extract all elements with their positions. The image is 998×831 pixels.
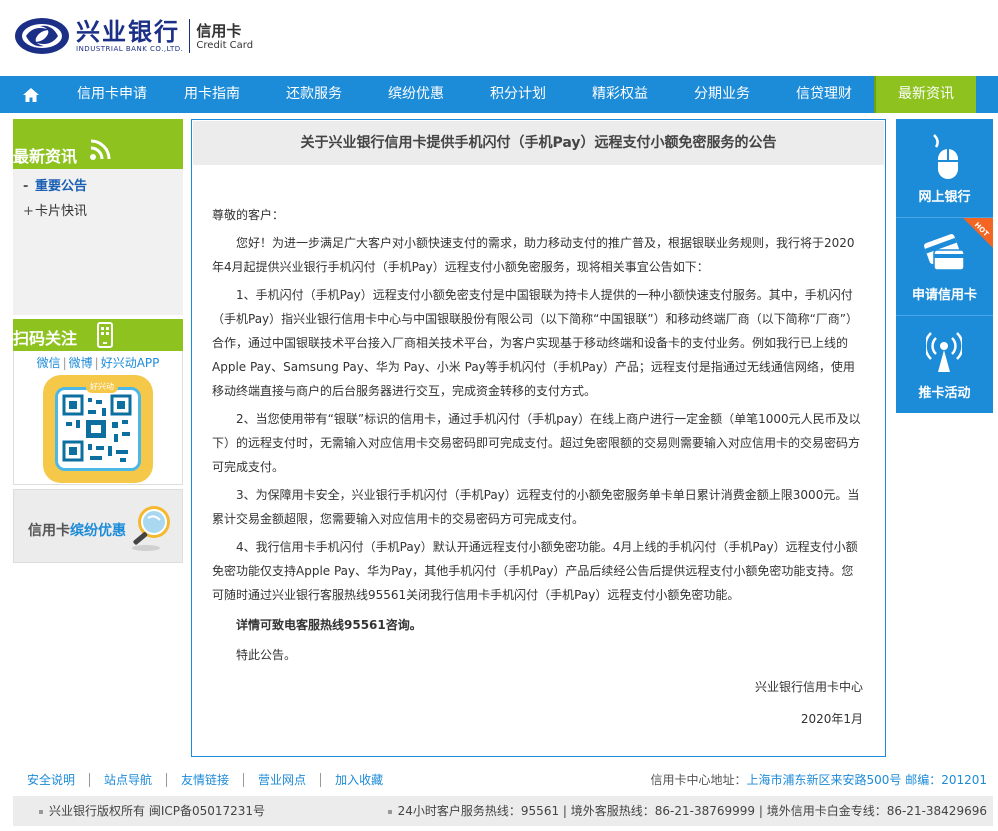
credit-card-label: 信用卡 [196, 21, 242, 40]
bank-name-en: INDUSTRIAL BANK CO.,LTD. [76, 45, 184, 53]
sidebar-scan-follow: 扫码关注 微信 | 微博 | 好兴动APP 好兴动 [13, 319, 183, 485]
nav-item-repayment[interactable]: 还款服务 [262, 76, 366, 113]
nav-item-points[interactable]: 积分计划 [466, 76, 570, 113]
collapse-marker: - [23, 179, 29, 194]
credit-card-label-en: Credit Card [196, 39, 254, 51]
article-body: 尊敬的客户： 您好！为进一步满足广大客户对小额快速支付的需求，助力移动支付的推广… [192, 203, 885, 731]
mouse-icon [933, 134, 958, 179]
sidebar-news-header: 最新资讯 [13, 119, 183, 169]
footer-link-security[interactable]: 安全说明 [13, 773, 91, 787]
quick-link-apply-card[interactable]: HOT 申请信用卡 [896, 217, 993, 315]
article-panel: 关于兴业银行信用卡提供手机闪付（手机Pay）远程支付小额免密服务的公告 尊敬的客… [191, 119, 886, 757]
footer-copyright: 兴业银行版权所有 闽ICP备05017231号 [39, 796, 265, 826]
bank-name: 兴业银行 [76, 18, 180, 46]
article-paragraph: 您好！为进一步满足广大客户对小额快速支付的需求，助力移动支付的推广普及，根据银联… [212, 236, 855, 274]
home-icon [23, 87, 39, 102]
promo-banner-offers[interactable]: 信用卡缤纷优惠 [13, 489, 183, 563]
sidebar-item-label: 卡片快讯 [35, 204, 88, 219]
article-paragraph: 2、当您使用带有“银联”标识的信用卡，通过手机闪付（手机pay）在线上商户进行一… [212, 412, 861, 474]
quick-link-online-banking[interactable]: 网上银行 [896, 119, 993, 217]
footer-link-friends[interactable]: 友情链接 [167, 773, 245, 787]
quick-link-label: 申请信用卡 [911, 288, 977, 303]
expand-marker: + [23, 204, 34, 219]
rss-icon [90, 139, 111, 160]
footer-bottom-bar: 兴业银行版权所有 闽ICP备05017231号 24小时客户服务热线：95561… [13, 796, 993, 826]
scan-header: 扫码关注 [13, 319, 183, 351]
sidebar-news: 最新资讯 - 重要公告 +卡片快讯 [13, 119, 183, 315]
article-signature: 兴业银行信用卡中心 [754, 680, 863, 694]
link-wechat[interactable]: 微信 [37, 356, 61, 370]
site-header: 兴业银行 INDUSTRIAL BANK CO.,LTD. 信用卡 Credit… [0, 0, 998, 76]
qr-label: 好兴动 [86, 380, 118, 393]
phone-icon [97, 322, 113, 348]
article-title: 关于兴业银行信用卡提供手机闪付（手机Pay）远程支付小额免密服务的公告 [193, 121, 884, 165]
article-greeting: 尊敬的客户： [212, 208, 285, 222]
footer-links-bar: 安全说明 站点导航 友情链接 营业网点 加入收藏 信用卡中心地址：上海市浦东新区… [13, 768, 993, 792]
magnifier-icon [132, 506, 170, 551]
qr-code: 好兴动 [55, 380, 141, 471]
article-hotline-note: 详情可致电客服热线95561咨询。 [236, 618, 422, 632]
quick-link-card-promotion[interactable]: 推卡活动 [896, 315, 993, 413]
scan-title: 扫码关注 [13, 329, 78, 348]
sidebar-item-card-news[interactable]: +卡片快讯 [13, 199, 183, 224]
nav-item-offers[interactable]: 缤纷优惠 [366, 76, 466, 113]
qr-code-icon [62, 394, 132, 462]
nav-item-card-guide[interactable]: 用卡指南 [162, 76, 262, 113]
footer-hotlines: 24小时客户服务热线：95561 | 境外客服热线：86-21-38769999… [387, 796, 987, 826]
credit-card-icon [924, 234, 965, 271]
article-paragraph: 1、手机闪付（手机Pay）远程支付小额免密支付是中国银联为持卡人提供的一种小额快… [212, 288, 859, 398]
bank-logo-icon [15, 18, 69, 54]
promo-text: 信用卡缤纷优惠 [28, 523, 126, 539]
article-date: 2020年1月 [800, 712, 863, 726]
sidebar-item-label: 重要公告 [35, 179, 88, 194]
nav-item-latest-news[interactable]: 最新资讯 [874, 76, 976, 113]
link-weibo[interactable]: 微博 [69, 356, 93, 370]
sidebar-news-title: 最新资讯 [13, 147, 78, 166]
article-closing: 特此公告。 [236, 648, 297, 662]
footer-link-branches[interactable]: 营业网点 [244, 773, 322, 787]
sidebar-item-important-notice[interactable]: - 重要公告 [13, 174, 183, 199]
nav-home[interactable] [0, 76, 62, 113]
quick-link-label: 网上银行 [918, 190, 971, 205]
article-paragraph: 4、我行信用卡手机闪付（手机Pay）默认开通远程支付小额免密功能。4月上线的手机… [212, 540, 858, 602]
bank-logo[interactable]: 兴业银行 INDUSTRIAL BANK CO.,LTD. 信用卡 Credit… [14, 14, 253, 58]
scan-links: 微信 | 微博 | 好兴动APP [36, 356, 160, 370]
nav-item-card-apply[interactable]: 信用卡申请 [62, 76, 162, 113]
nav-item-benefits[interactable]: 精彩权益 [570, 76, 670, 113]
quick-link-label: 推卡活动 [918, 386, 971, 401]
logo-divider [189, 19, 191, 53]
nav-item-credit-finance[interactable]: 信贷理财 [774, 76, 874, 113]
footer-link-sitemap[interactable]: 站点导航 [90, 773, 168, 787]
main-nav: 信用卡申请 用卡指南 还款服务 缤纷优惠 积分计划 精彩权益 分期业务 信贷理财… [0, 76, 998, 113]
nav-item-installment[interactable]: 分期业务 [670, 76, 774, 113]
footer-link-bookmark[interactable]: 加入收藏 [321, 773, 397, 787]
article-paragraph: 3、为保障用卡安全，兴业银行手机闪付（手机Pay）远程支付的小额免密服务单卡单日… [212, 488, 860, 526]
nav-filler [976, 76, 998, 113]
hot-badge-icon: HOT [963, 218, 993, 248]
link-app[interactable]: 好兴动APP [101, 356, 160, 370]
signal-tower-icon [926, 332, 962, 372]
right-quick-links: 网上银行 HOT 申请信用卡 推卡活动 [896, 119, 993, 413]
qr-code-frame: 好兴动 [43, 375, 153, 483]
footer-address: 信用卡中心地址：上海市浦东新区来安路500号 邮编：201201 [650, 773, 987, 787]
